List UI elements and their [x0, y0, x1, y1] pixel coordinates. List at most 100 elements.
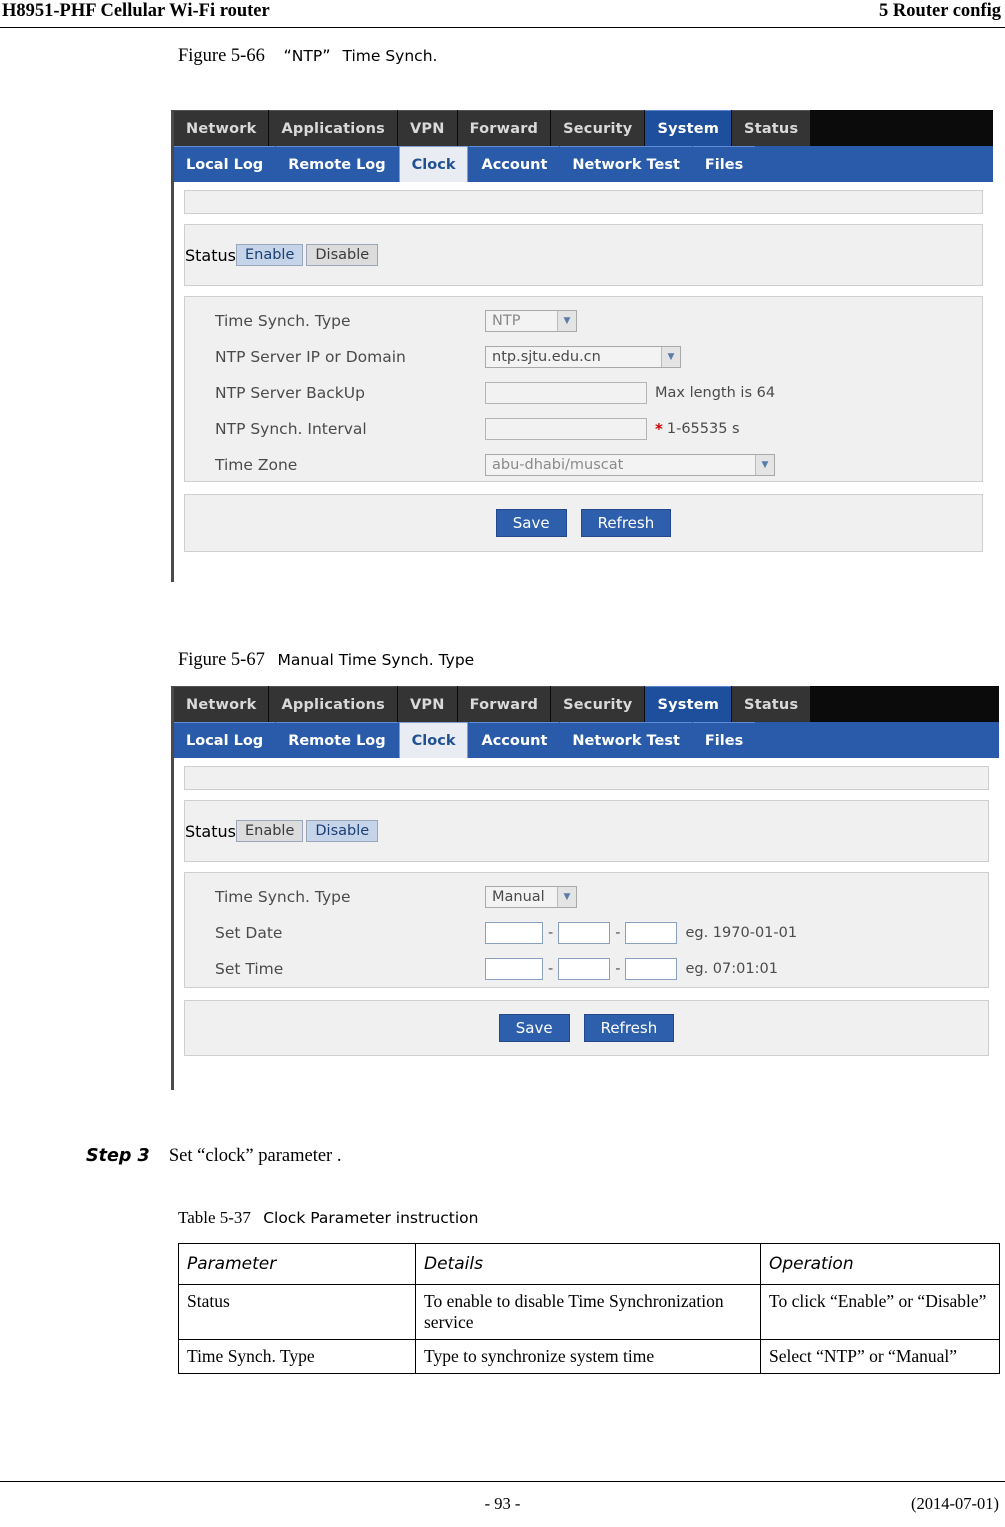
set-time-second-input[interactable] — [625, 958, 678, 980]
status-panel: Status Enable Disable — [184, 224, 983, 286]
submenu-item-account[interactable]: Account — [469, 722, 560, 758]
set-time-hour-input[interactable] — [485, 958, 543, 980]
menu-item-security[interactable]: Security — [551, 686, 645, 722]
cell-details-status: To enable to disable Time Synchronizatio… — [415, 1284, 761, 1340]
row-time-zone: Time Zone abu-dhabi/muscat ▼ — [185, 447, 982, 483]
manual-settings-panel: Time Synch. Type Manual ▼ Set Date - - e… — [184, 872, 989, 988]
figure-5-67-caption-name: Manual Time Synch. Type — [277, 651, 475, 669]
ntp-interval-hint: 1-65535 s — [666, 421, 740, 437]
status-enable-button[interactable]: Enable — [235, 244, 304, 266]
submenu-item-account-label: Account — [481, 732, 548, 749]
router-ui-screenshot-ntp: Network Applications VPN Forward Securit… — [171, 110, 993, 582]
time-synch-type-select[interactable]: NTP ▼ — [485, 310, 577, 332]
menu-item-vpn-label: VPN — [409, 696, 445, 713]
row-time-synch-type: Time Synch. Type Manual ▼ — [185, 879, 988, 915]
submenu-item-files[interactable]: Files — [692, 146, 756, 182]
row-set-date: Set Date - - eg. 1970-01-01 — [185, 915, 988, 951]
submenu-item-account[interactable]: Account — [469, 146, 560, 182]
status-label: Status — [185, 245, 236, 265]
document-page: H8951-PHF Cellular Wi-Fi router 5 Router… — [0, 0, 1005, 1527]
top-spacer-panel — [184, 766, 989, 790]
set-date-sep-2: - — [615, 925, 621, 941]
menu-item-network[interactable]: Network — [174, 686, 269, 722]
status-disable-button[interactable]: Disable — [306, 820, 379, 842]
ntp-backup-hint: Max length is 64 — [655, 385, 776, 401]
set-time-sep-2: - — [615, 961, 621, 977]
page-body: Status Enable Disable Time Synch. Type M… — [174, 758, 999, 1090]
menu-item-status[interactable]: Status — [732, 686, 811, 722]
menu-item-vpn[interactable]: VPN — [397, 686, 457, 722]
main-menu-bar: Network Applications VPN Forward Securit… — [174, 110, 993, 146]
ntp-interval-label: NTP Synch. Interval — [215, 420, 367, 438]
table-row: Time Synch. Type Type to synchronize sys… — [178, 1339, 1000, 1374]
action-panel: Save Refresh — [184, 494, 983, 552]
submenu-item-files[interactable]: Files — [692, 722, 756, 758]
set-time-label: Set Time — [215, 960, 284, 978]
menu-item-system[interactable]: System — [645, 686, 732, 722]
ntp-backup-input[interactable] — [485, 382, 647, 404]
cell-operation-status: To click “Enable” or “Disable” — [760, 1284, 1000, 1340]
footer-date: (2014-07-01) — [911, 1494, 999, 1513]
set-time-minute-input[interactable] — [558, 958, 611, 980]
status-enable-button[interactable]: Enable — [235, 820, 304, 842]
submenu-item-clock[interactable]: Clock — [398, 722, 469, 758]
submenu-item-clock-label: Clock — [411, 156, 456, 173]
submenu-item-local-log[interactable]: Local Log — [174, 722, 276, 758]
submenu-item-clock[interactable]: Clock — [398, 146, 469, 182]
menu-item-forward[interactable]: Forward — [457, 686, 551, 722]
ntp-settings-panel: Time Synch. Type NTP ▼ NTP Server IP or … — [184, 296, 983, 482]
menu-item-vpn-label: VPN — [409, 120, 445, 137]
ntp-server-value: ntp.sjtu.edu.cn — [492, 349, 601, 365]
menu-item-applications[interactable]: Applications — [269, 110, 397, 146]
row-ntp-interval: NTP Synch. Interval * 1-65535 s — [185, 411, 982, 447]
ntp-server-select[interactable]: ntp.sjtu.edu.cn ▼ — [485, 346, 681, 368]
submenu-item-network-test[interactable]: Network Test — [560, 722, 692, 758]
page-footer: - 93 - (2014-07-01) — [0, 1481, 1005, 1527]
time-zone-value: abu-dhabi/muscat — [492, 457, 624, 473]
submenu-item-local-log[interactable]: Local Log — [174, 146, 276, 182]
ntp-backup-label: NTP Server BackUp — [215, 384, 365, 402]
menu-item-applications-label: Applications — [281, 120, 385, 137]
refresh-button[interactable]: Refresh — [580, 509, 672, 537]
submenu-item-remote-log-label: Remote Log — [288, 732, 386, 749]
menu-item-security[interactable]: Security — [551, 110, 645, 146]
menu-item-system[interactable]: System — [645, 110, 732, 146]
menu-item-forward[interactable]: Forward — [457, 110, 551, 146]
status-disable-button[interactable]: Disable — [306, 244, 379, 266]
row-ntp-server: NTP Server IP or Domain ntp.sjtu.edu.cn … — [185, 339, 982, 375]
submenu-item-remote-log[interactable]: Remote Log — [276, 146, 398, 182]
menu-item-status[interactable]: Status — [732, 110, 811, 146]
time-zone-label: Time Zone — [215, 456, 298, 474]
menu-item-vpn[interactable]: VPN — [397, 110, 457, 146]
time-zone-select[interactable]: abu-dhabi/muscat ▼ — [485, 454, 775, 476]
table-header-row: Parameter Details Operation — [178, 1243, 1000, 1285]
refresh-button[interactable]: Refresh — [583, 1014, 675, 1042]
menu-item-applications[interactable]: Applications — [269, 686, 397, 722]
table-header-parameter: Parameter — [178, 1243, 416, 1285]
set-date-month-input[interactable] — [558, 922, 611, 944]
header-right-text: 5 Router config — [879, 1, 1001, 21]
set-date-day-input[interactable] — [625, 922, 678, 944]
save-button[interactable]: Save — [498, 1014, 570, 1042]
cell-details-time-synch-type: Type to synchronize system time — [415, 1339, 761, 1374]
set-date-year-input[interactable] — [485, 922, 543, 944]
figure-5-66-caption-prefix: Figure 5-66 — [178, 46, 265, 66]
step-3-text: Set “clock” parameter . — [168, 1146, 342, 1166]
menu-item-network[interactable]: Network — [174, 110, 269, 146]
submenu-item-clock-label: Clock — [411, 732, 456, 749]
figure-5-66-caption-suffix: Time Synch. — [342, 47, 438, 65]
submenu-item-files-label: Files — [704, 156, 744, 173]
ntp-interval-required-marker: * — [655, 420, 663, 438]
menu-item-network-label: Network — [186, 696, 257, 713]
submenu-item-network-test-label: Network Test — [572, 732, 680, 749]
chevron-down-icon: ▼ — [661, 347, 680, 367]
time-synch-type-select[interactable]: Manual ▼ — [485, 886, 577, 908]
save-button[interactable]: Save — [495, 509, 567, 537]
time-synch-type-value: NTP — [492, 313, 521, 329]
menu-item-system-label: System — [657, 120, 720, 137]
submenu-item-remote-log[interactable]: Remote Log — [276, 722, 398, 758]
submenu-item-network-test[interactable]: Network Test — [560, 146, 692, 182]
page-header: H8951-PHF Cellular Wi-Fi router 5 Router… — [0, 0, 1005, 28]
ntp-interval-input[interactable] — [485, 418, 647, 440]
table-5-37-caption-name: Clock Parameter instruction — [263, 1209, 479, 1227]
